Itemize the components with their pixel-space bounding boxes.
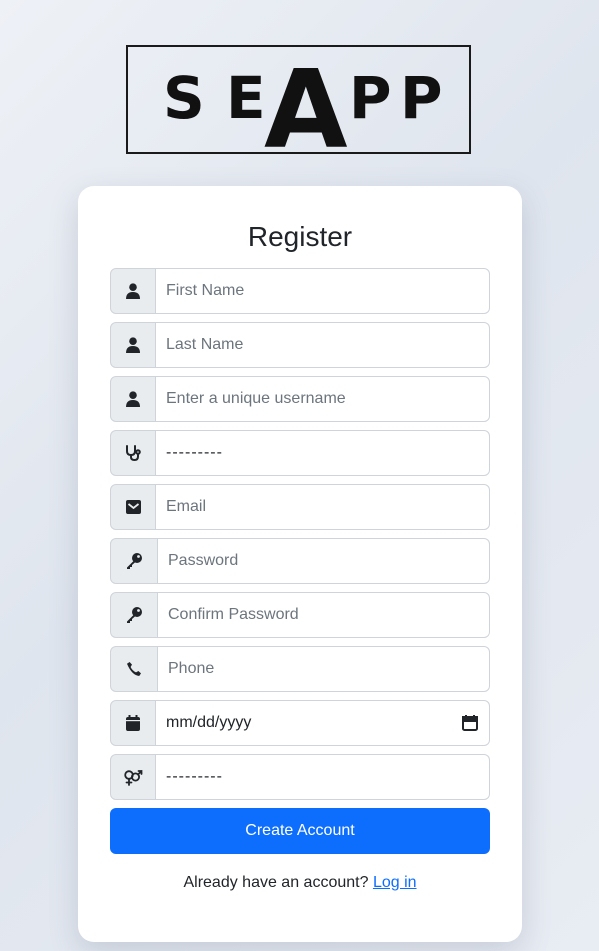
calendar-icon [110,700,156,746]
last-name-input[interactable] [156,322,490,368]
envelope-icon [110,484,156,530]
venus-mars-icon [110,754,156,800]
phone-group [110,646,490,692]
confirm-password-group [110,592,490,638]
user-icon [110,268,156,314]
logo-letter-e: E [226,64,266,132]
register-card: Register --------- [78,186,522,942]
dob-input[interactable]: mm/dd/yyyy [156,700,490,746]
phone-input[interactable] [158,646,490,692]
specialty-selected-value: --------- [166,444,223,461]
email-input[interactable] [156,484,490,530]
logo-letter-s: S [163,64,205,132]
gender-selected-value: --------- [166,768,223,785]
last-name-group [110,322,490,368]
login-prompt: Already have an account? Log in [78,874,522,892]
gender-group: --------- [110,754,490,800]
password-input[interactable] [158,538,490,584]
create-account-button[interactable]: Create Account [110,808,490,854]
first-name-input[interactable] [156,268,490,314]
first-name-group [110,268,490,314]
username-input[interactable] [156,376,490,422]
login-prompt-text: Already have an account? [183,874,369,891]
specialty-select[interactable]: --------- [156,430,490,476]
calendar-picker-icon[interactable] [461,714,479,732]
user-icon [110,376,156,422]
user-icon [110,322,156,368]
logo-letter-a: A [264,48,348,154]
page-title: Register [247,221,353,252]
email-group [110,484,490,530]
stethoscope-icon [110,430,156,476]
logo-letter-p2: P [400,64,443,132]
key-icon [110,592,158,638]
logo-letter-p1: P [349,64,392,132]
gender-select[interactable]: --------- [156,754,490,800]
dob-group: mm/dd/yyyy [110,700,490,746]
confirm-password-input[interactable] [158,592,490,638]
key-icon [110,538,158,584]
login-link[interactable]: Log in [373,874,417,891]
specialty-group: --------- [110,430,490,476]
password-group [110,538,490,584]
dob-value: mm/dd/yyyy [166,714,252,731]
phone-icon [110,646,158,692]
username-group [110,376,490,422]
seapp-logo: S E A P P [126,45,471,154]
